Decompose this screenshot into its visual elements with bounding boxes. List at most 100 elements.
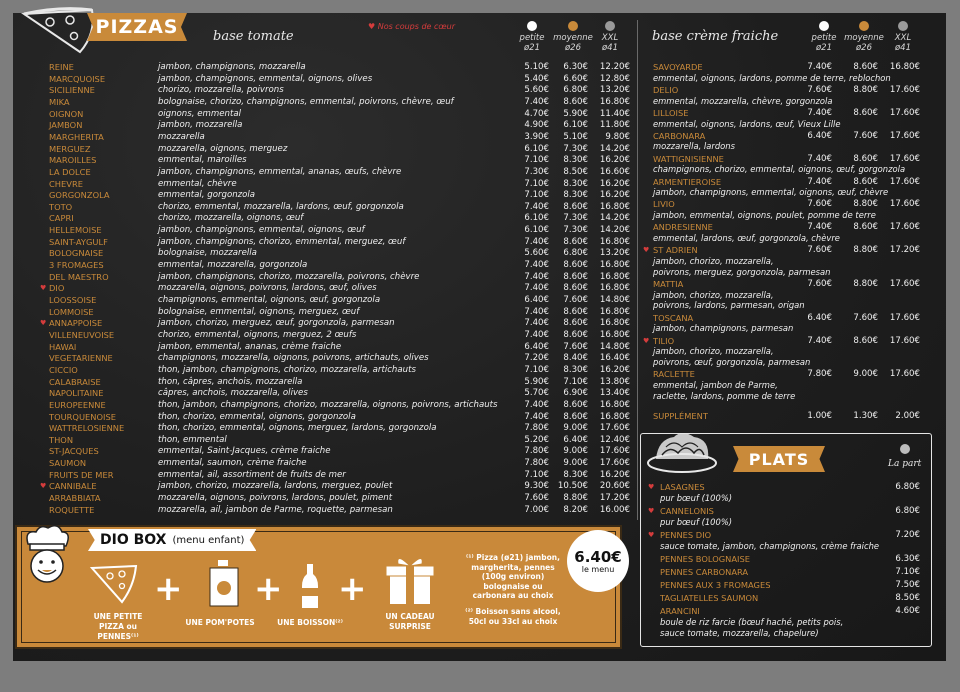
pizzas-title: PIZZAS — [87, 13, 187, 41]
plat-name: PENNES CARBONARA — [660, 566, 749, 577]
size-name: moyenne — [844, 33, 884, 43]
price-moyenne: 7.30€ — [563, 143, 588, 154]
price-petite: 7.40€ — [807, 335, 832, 346]
pizza-name: BOLOGNAISE — [49, 248, 104, 259]
pizza-name: DEL MAESTRO — [49, 271, 109, 282]
pizza-name: ANNAPPOISE — [49, 318, 103, 329]
price-moyenne: 9.00€ — [563, 458, 588, 469]
pizza-desc: jambon, emmental, ananas, crème fraiche — [158, 341, 342, 352]
bottle-icon — [302, 564, 318, 608]
price-xxl: 14.20€ — [599, 213, 630, 224]
price-xxl: 20.60€ — [599, 481, 630, 492]
heart-icon: ♥ — [648, 530, 655, 539]
plat-price: 7.20€ — [895, 529, 920, 540]
creme-desc: jambon, champignons, emmental, oignons, … — [653, 187, 889, 198]
price-petite: 7.30€ — [524, 166, 549, 177]
price-moyenne: 8.60€ — [563, 318, 588, 329]
pizza-desc: mozzarella, ail, jambon de Parme, roquet… — [158, 504, 393, 515]
price-moyenne: 8.60€ — [563, 260, 588, 271]
price-petite: 7.60€ — [807, 245, 832, 256]
price-moyenne: 8.80€ — [853, 245, 878, 256]
plat-price: 8.50€ — [895, 593, 920, 603]
creme-desc: emmental, jambon de Parme, — [653, 379, 778, 390]
size-diameter: ø41 — [601, 43, 619, 53]
caption-line: ⁽²⁾ Boisson sans alcool, — [465, 607, 561, 616]
pizza-desc: emmental, chèvre — [158, 178, 237, 189]
price-xxl: 12.20€ — [599, 62, 630, 72]
price-moyenne: 8.20€ — [563, 504, 588, 515]
price-moyenne: 8.60€ — [563, 96, 588, 107]
pizza-desc: oignons, emmental — [158, 108, 241, 119]
price-petite: 7.10€ — [524, 155, 549, 166]
pizza-name: MERGUEZ — [49, 143, 91, 154]
price-xxl: 16.20€ — [599, 190, 630, 201]
price-moyenne: 8.60€ — [563, 329, 588, 340]
price-moyenne: 9.00€ — [563, 423, 588, 434]
pizza-name: CHEVRE — [49, 178, 83, 189]
pizza-desc: jambon, champignons, chorizo, emmental, … — [158, 236, 406, 247]
caption-line: margherita, pennes — [471, 562, 555, 572]
price-petite: 6.40€ — [807, 130, 832, 141]
price-xxl: 14.20€ — [599, 143, 630, 154]
price-petite: 7.80€ — [807, 369, 832, 380]
pizza-desc: emmental, Saint-Jacques, crème fraiche — [158, 446, 331, 457]
price-petite: 7.10€ — [524, 364, 549, 375]
plus-icon: + — [254, 569, 283, 609]
price-petite: 7.20€ — [524, 353, 549, 364]
pizza-name: ROQUETTE — [49, 504, 95, 515]
pizza-name: CALABRAISE — [49, 376, 101, 387]
price-xxl: 16.80€ — [599, 271, 630, 282]
price-moyenne: 5.90€ — [563, 108, 588, 119]
size-diameter: ø41 — [894, 43, 912, 53]
price-petite: 7.60€ — [524, 493, 549, 504]
price-petite: 6.40€ — [524, 341, 549, 352]
size-diameter: ø26 — [855, 43, 873, 53]
pizza-slice-icon — [21, 7, 94, 54]
pizza-name: NAPOLITAINE — [49, 388, 104, 399]
price-xxl: 13.20€ — [599, 85, 630, 96]
pizza-desc: mozzarella, oignons, merguez — [158, 143, 288, 154]
plat-desc: pur bœuf (100%) — [660, 516, 733, 527]
pasta-plate-icon — [647, 433, 717, 473]
price-petite: 7.40€ — [524, 411, 549, 422]
price-petite: 7.40€ — [524, 201, 549, 212]
pizza-desc: emmental, maroilles — [158, 155, 247, 166]
price-moyenne: 6.80€ — [563, 248, 588, 259]
price-petite: 7.40€ — [524, 236, 549, 247]
price-petite: 6.40€ — [524, 295, 549, 305]
caption-line: (100g environ) — [481, 572, 545, 581]
pizza-name: HAWAI — [49, 341, 77, 352]
price-xxl: 17.60€ — [889, 130, 920, 141]
size-header: petite ø21 — [512, 21, 552, 53]
supplement-label: SUPPLÉMENT — [653, 411, 708, 421]
creme-desc: jambon, chorizo, mozzarella, — [653, 255, 774, 266]
price-xxl: 14.80€ — [599, 295, 630, 305]
pizza-desc: thon, câpres, anchois, mozzarella — [158, 376, 303, 387]
pizza-name: SICILIENNE — [49, 85, 95, 96]
price-xxl: 12.80€ — [599, 73, 630, 84]
chef-icon — [26, 525, 69, 583]
heart-icon: ♥ — [40, 319, 47, 328]
size-name: petite — [519, 33, 545, 43]
price-petite: 7.10€ — [524, 178, 549, 189]
price-moyenne: 8.30€ — [563, 178, 588, 189]
size-dot-icon — [900, 444, 910, 454]
price-moyenne: 8.60€ — [563, 236, 588, 247]
price-xxl: 17.60€ — [599, 423, 630, 434]
price-xxl: 16.80€ — [599, 411, 630, 422]
price-moyenne: 8.60€ — [563, 283, 588, 294]
pizza-desc: bolognaise, mozzarella — [158, 248, 257, 259]
dio-box-title-text: DIO BOX — [100, 532, 167, 548]
price-xxl: 13.80€ — [599, 376, 630, 387]
price-moyenne: 5.10€ — [563, 131, 588, 142]
price-petite: 5.40€ — [524, 73, 549, 84]
caption-line: UN CADEAU — [385, 612, 435, 621]
price-moyenne: 7.30€ — [563, 213, 588, 224]
caption-line: bolognaise ou — [483, 581, 543, 591]
price-moyenne: 9.00€ — [563, 446, 588, 457]
pizza-desc: chorizo, mozzarella, poivrons — [158, 85, 284, 96]
price-moyenne: 8.80€ — [853, 84, 878, 95]
price-petite: 7.40€ — [524, 271, 549, 282]
price-moyenne: 8.30€ — [563, 190, 588, 201]
dio-price-badge: 6.40€ le menu — [567, 530, 629, 592]
